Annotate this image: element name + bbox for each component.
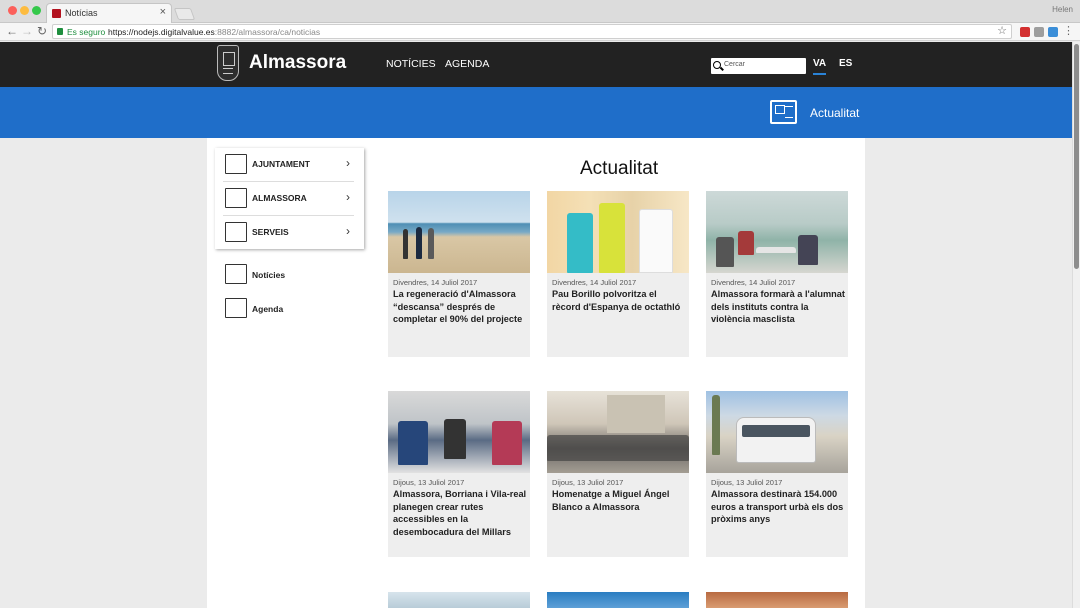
news-image[interactable]: [388, 391, 530, 473]
newspaper-icon: [770, 100, 797, 124]
forward-arrow-icon[interactable]: →: [21, 24, 33, 38]
address-bar[interactable]: Es seguro https://nodejs.digitalvalue.es…: [52, 24, 1012, 39]
news-date: Dijous, 13 Juliol 2017: [711, 478, 783, 487]
hand-services-icon: [225, 222, 247, 242]
news-date: Dijous, 13 Juliol 2017: [393, 478, 465, 487]
news-card-partial[interactable]: [388, 592, 530, 608]
language-es[interactable]: ES: [839, 58, 852, 69]
close-window-button[interactable]: [8, 6, 17, 15]
news-card[interactable]: Dijous, 13 Juliol 2017 Homenatge a Migue…: [547, 391, 689, 557]
news-date: Divendres, 14 Juliol 2017: [393, 278, 478, 287]
language-va[interactable]: VA: [813, 58, 827, 75]
news-image[interactable]: [706, 191, 848, 273]
secure-label: Es seguro: [67, 27, 106, 37]
chevron-right-icon: ›: [346, 156, 350, 170]
sidebar-link-agenda[interactable]: Agenda: [225, 298, 355, 322]
reload-icon[interactable]: ↻: [37, 24, 47, 38]
search-icon: [713, 61, 721, 69]
browser-menu-icon[interactable]: ⋮: [1063, 24, 1074, 37]
sidebar-link-label: Notícies: [252, 270, 286, 280]
news-headline[interactable]: Almassora formarà a l'alumnat dels insti…: [711, 288, 845, 326]
section-banner: Actualitat: [0, 87, 1072, 138]
town-hall-icon: [225, 154, 247, 174]
news-headline[interactable]: Almassora destinarà 154.000 euros a tran…: [711, 488, 845, 526]
news-image[interactable]: [547, 391, 689, 473]
new-tab-button[interactable]: [173, 8, 196, 20]
sidebar-link-noticies[interactable]: Notícies: [225, 264, 355, 288]
browser-tab-active[interactable]: Notícias ×: [46, 3, 172, 23]
news-date: Divendres, 14 Juliol 2017: [552, 278, 637, 287]
news-card-partial[interactable]: [706, 592, 848, 608]
chevron-right-icon: ›: [346, 224, 350, 238]
sidebar-item-serveis[interactable]: SERVEIS ›: [223, 216, 354, 250]
nav-agenda[interactable]: AGENDA: [445, 58, 489, 70]
newspaper-icon: [225, 264, 247, 284]
minimize-window-button[interactable]: [20, 6, 29, 15]
sidebar-item-almassora[interactable]: ALMASSORA ›: [223, 182, 354, 216]
site-header: Almassora NOTÍCIES AGENDA Cercar VA ES: [0, 42, 1072, 87]
city-icon: [225, 188, 247, 208]
back-arrow-icon[interactable]: ←: [6, 24, 18, 38]
crest-logo-icon[interactable]: [217, 45, 239, 81]
maximize-window-button[interactable]: [32, 6, 41, 15]
news-image[interactable]: [388, 191, 530, 273]
news-headline[interactable]: Homenatge a Miguel Ángel Blanco a Almass…: [552, 488, 686, 513]
sidebar-item-label: ALMASSORA: [252, 193, 307, 203]
page-scrollbar[interactable]: [1072, 42, 1080, 608]
tab-title: Notícias: [65, 8, 98, 18]
sidebar-link-label: Agenda: [252, 304, 284, 314]
chevron-right-icon: ›: [346, 190, 350, 204]
news-card[interactable]: Divendres, 14 Juliol 2017 La regeneració…: [388, 191, 530, 357]
news-card-partial[interactable]: [547, 592, 689, 608]
news-headline[interactable]: Almassora, Borriana i Vila-real planegen…: [393, 488, 527, 538]
extension-icon[interactable]: [1020, 27, 1030, 37]
news-date: Divendres, 14 Juliol 2017: [711, 278, 796, 287]
lock-icon: [57, 28, 63, 35]
news-headline[interactable]: Pau Borillo polvoritza el rècord d'Espan…: [552, 288, 686, 313]
url-path: :8882/almassora/ca/noticias: [214, 27, 321, 37]
screenshot-extension-icon[interactable]: [1048, 27, 1058, 37]
url-host: https://nodejs.digitalvalue.es: [108, 27, 215, 37]
news-card[interactable]: Divendres, 14 Juliol 2017 Almassora form…: [706, 191, 848, 357]
sidebar-menu: AJUNTAMENT › ALMASSORA › SERVEIS ›: [215, 148, 364, 249]
news-card[interactable]: Divendres, 14 Juliol 2017 Pau Borillo po…: [547, 191, 689, 357]
banner-title: Actualitat: [810, 106, 860, 120]
site-title[interactable]: Almassora: [249, 52, 346, 74]
sidebar-item-label: SERVEIS: [252, 227, 289, 237]
search-placeholder: Cercar: [724, 61, 746, 68]
news-card[interactable]: Dijous, 13 Juliol 2017 Almassora, Borria…: [388, 391, 530, 557]
page-title: Actualitat: [580, 158, 659, 179]
search-input[interactable]: Cercar: [711, 58, 806, 74]
sidebar-item-label: AJUNTAMENT: [252, 159, 310, 169]
url-text: https://nodejs.digitalvalue.es:8882/alma…: [108, 27, 320, 37]
bookmark-star-icon[interactable]: ☆: [997, 24, 1007, 37]
profile-name[interactable]: Helen: [1052, 5, 1073, 14]
nav-noticies[interactable]: NOTÍCIES: [386, 58, 436, 70]
news-headline[interactable]: La regeneració d'Almassora “descansa” de…: [393, 288, 527, 326]
news-image[interactable]: [547, 191, 689, 273]
browser-tab-bar: Notícias × Helen: [0, 0, 1080, 23]
browser-toolbar: ← → ↻ Es seguro https://nodejs.digitalva…: [0, 23, 1080, 41]
scrollbar-thumb[interactable]: [1074, 44, 1079, 269]
news-card[interactable]: Dijous, 13 Juliol 2017 Almassora destina…: [706, 391, 848, 557]
favicon-icon: [52, 9, 61, 18]
calendar-icon: [225, 298, 247, 318]
tab-close-icon[interactable]: ×: [160, 6, 166, 18]
news-date: Dijous, 13 Juliol 2017: [552, 478, 624, 487]
camera-extension-icon[interactable]: [1034, 27, 1044, 37]
news-image[interactable]: [706, 391, 848, 473]
sidebar-item-ajuntament[interactable]: AJUNTAMENT ›: [223, 148, 354, 182]
